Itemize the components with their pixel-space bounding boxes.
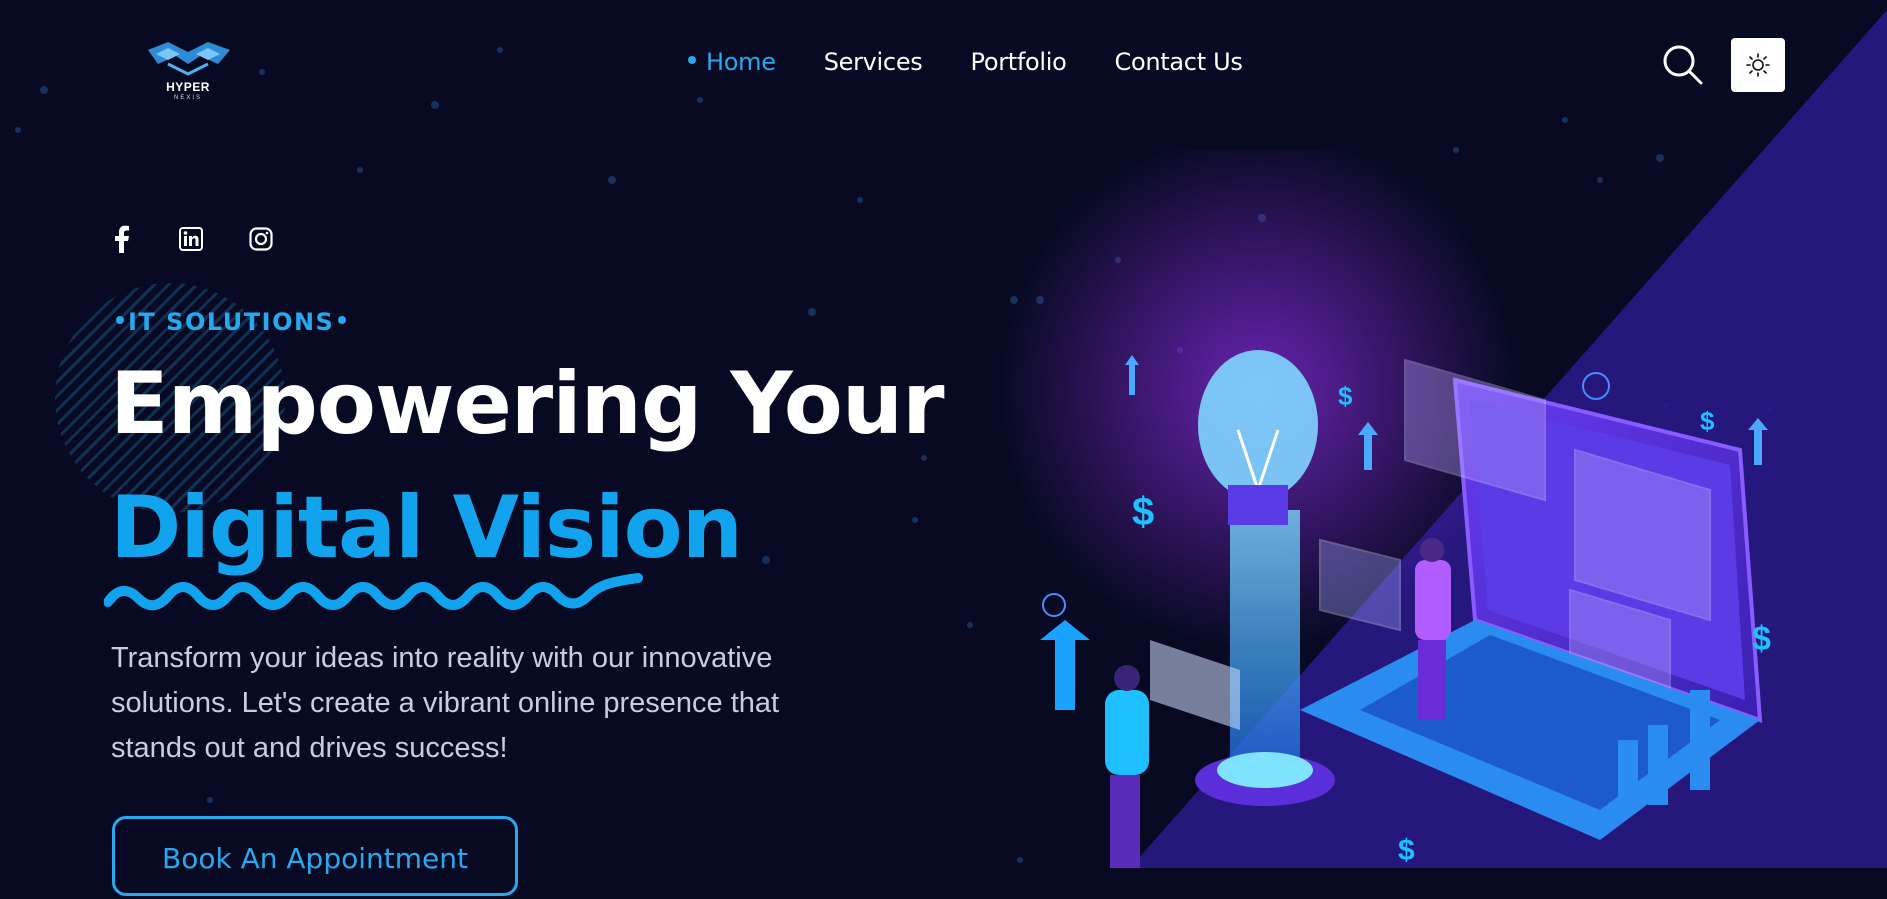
instagram-icon [249,227,273,251]
hero-title-line1: Empowering Your [110,354,944,454]
nav-portfolio[interactable]: Portfolio [971,48,1067,76]
instagram-link[interactable] [248,226,274,252]
svg-text:$: $ [1700,406,1715,436]
hero-title-line2: Digital Vision [110,478,743,578]
facebook-icon [115,225,129,253]
theme-toggle-button[interactable] [1731,38,1785,92]
tag-dot-left [116,316,124,324]
svg-text:$: $ [1398,834,1415,867]
facebook-link[interactable] [108,225,134,253]
social-links [108,225,274,253]
hero-tag-text: IT SOLUTIONS [128,308,335,336]
main-nav: Home Services Portfolio Contact Us [688,48,1243,76]
nav-home-label: Home [706,48,776,76]
nav-services[interactable]: Services [824,48,923,76]
brand-logo[interactable]: HYPER NEXIS [138,40,238,104]
svg-text:$: $ [1338,381,1353,411]
brand-name: HYPER [166,80,210,94]
hero-tagline: IT SOLUTIONS [112,308,350,336]
sun-icon [1746,53,1770,77]
linkedin-link[interactable] [178,226,204,252]
logo-mark-icon [148,42,230,76]
book-appointment-button[interactable]: Book An Appointment [112,816,518,896]
nav-contact-us[interactable]: Contact Us [1115,48,1243,76]
hero-description: Transform your ideas into reality with o… [111,642,780,764]
brand-subname: NEXIS [173,95,202,101]
hero-illustration: $ $ $ $ $ [1000,150,1771,868]
search-button[interactable] [1662,44,1704,86]
search-icon [1663,45,1703,85]
linkedin-icon [179,227,203,251]
tag-dot-right [338,316,347,324]
squiggle-underline [104,573,643,611]
nav-home[interactable]: Home [688,48,776,76]
active-dot [688,56,696,64]
svg-text:$: $ [1132,490,1154,534]
svg-text:$: $ [1752,620,1771,658]
